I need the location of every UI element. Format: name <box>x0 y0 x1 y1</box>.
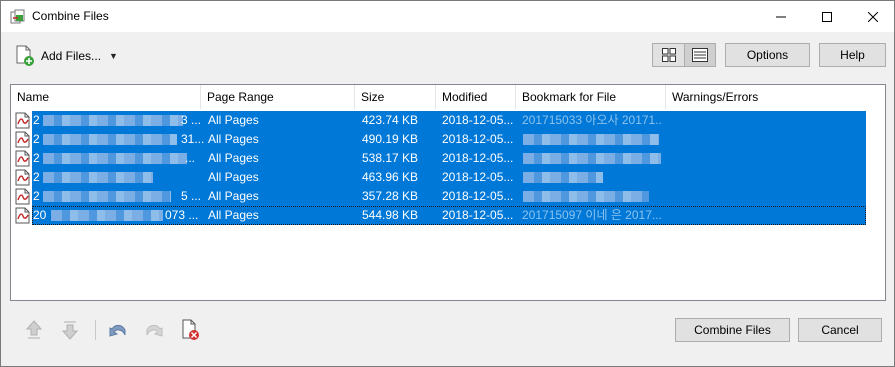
add-files-button[interactable]: Add Files... ▼ <box>15 44 118 68</box>
combine-files-button[interactable]: Combine Files <box>675 318 790 342</box>
toolbar-divider <box>95 320 96 340</box>
file-name-tail: 073 ... <box>165 206 198 225</box>
redacted-bookmark <box>523 191 649 202</box>
redacted-name <box>43 172 153 183</box>
table-row[interactable]: 2 3 ... All Pages 423.74 KB 2018-12-05..… <box>11 111 885 130</box>
pdf-file-icon <box>15 112 31 129</box>
redo-icon <box>144 321 164 339</box>
file-size: 357.28 KB <box>362 187 437 206</box>
redacted-name <box>43 191 171 202</box>
page-range: All Pages <box>208 111 348 130</box>
redacted-name <box>43 134 177 145</box>
list-view-icon <box>692 48 708 62</box>
undo-button[interactable] <box>107 318 129 342</box>
table-row[interactable]: 2 ... All Pages 538.17 KB 2018-12-05... <box>11 149 885 168</box>
move-up-button[interactable] <box>23 318 45 342</box>
file-name-tail: 5 ... <box>181 187 201 206</box>
modified-date: 2018-12-05... <box>442 130 517 149</box>
column-header-size[interactable]: Size <box>355 85 436 109</box>
redacted-name <box>43 115 183 126</box>
chevron-down-icon[interactable]: ▼ <box>109 51 118 61</box>
add-files-label: Add Files... <box>41 49 101 63</box>
file-name-tail: ... <box>185 149 195 168</box>
redo-button[interactable] <box>143 318 165 342</box>
remove-file-button[interactable] <box>179 318 201 342</box>
arrow-down-icon <box>61 320 79 340</box>
page-range: All Pages <box>208 187 348 206</box>
thumbnail-view-button[interactable] <box>653 44 684 66</box>
combine-files-dialog: Combine Files Add Files... ▼ Options Hel… <box>0 0 895 367</box>
file-size: 463.96 KB <box>362 168 437 187</box>
pdf-file-icon <box>15 131 31 148</box>
grid-view-icon <box>662 48 676 62</box>
pdf-file-icon <box>15 169 31 186</box>
pdf-file-icon <box>15 188 31 205</box>
bookmark-text: 201715097 이네 은 2017... <box>522 206 662 225</box>
column-header-modified[interactable]: Modified <box>436 85 516 109</box>
file-list-header: Name Page Range Size Modified Bookmark f… <box>11 85 885 109</box>
file-name-tail: 3 ... <box>181 111 201 130</box>
page-range: All Pages <box>208 130 348 149</box>
bookmark-text: 201715033 아오사 20171... <box>522 111 662 130</box>
redacted-name <box>43 153 187 164</box>
minimize-button[interactable] <box>758 1 804 32</box>
maximize-button[interactable] <box>804 1 850 32</box>
redacted-name <box>51 210 163 221</box>
pdf-file-icon <box>15 150 31 167</box>
file-size: 538.17 KB <box>362 149 437 168</box>
pdf-file-icon <box>15 207 31 224</box>
file-size: 423.74 KB <box>362 111 437 130</box>
column-header-warnings[interactable]: Warnings/Errors <box>666 85 866 109</box>
maximize-icon <box>822 12 832 22</box>
undo-icon <box>108 321 128 339</box>
file-size: 544.98 KB <box>362 206 437 225</box>
modified-date: 2018-12-05... <box>442 149 517 168</box>
combine-app-icon <box>10 9 26 25</box>
modified-date: 2018-12-05... <box>442 168 517 187</box>
table-row[interactable]: 2 31... All Pages 490.19 KB 2018-12-05..… <box>11 130 885 149</box>
move-down-button[interactable] <box>59 318 81 342</box>
file-size: 490.19 KB <box>362 130 437 149</box>
modified-date: 2018-12-05... <box>442 206 517 225</box>
options-button[interactable]: Options <box>725 43 810 67</box>
table-row[interactable]: 2 5 ... All Pages 357.28 KB 2018-12-05..… <box>11 187 885 206</box>
page-range: All Pages <box>208 168 348 187</box>
file-name-tail: 31... <box>181 130 204 149</box>
column-header-bookmark[interactable]: Bookmark for File <box>516 85 666 109</box>
column-header-page-range[interactable]: Page Range <box>201 85 355 109</box>
close-button[interactable] <box>850 1 895 32</box>
cancel-button[interactable]: Cancel <box>798 318 882 342</box>
view-mode-toggle <box>652 43 716 67</box>
minimize-icon <box>776 12 786 22</box>
title-bar: Combine Files <box>1 1 894 32</box>
modified-date: 2018-12-05... <box>442 111 517 130</box>
modified-date: 2018-12-05... <box>442 187 517 206</box>
remove-file-icon <box>180 319 200 341</box>
list-view-button[interactable] <box>684 44 715 66</box>
redacted-bookmark <box>523 172 603 183</box>
add-file-icon <box>15 45 35 67</box>
table-row[interactable]: 20 073 ... All Pages 544.98 KB 2018-12-0… <box>11 206 885 225</box>
arrow-up-icon <box>25 320 43 340</box>
page-range: All Pages <box>208 206 348 225</box>
help-button[interactable]: Help <box>819 43 886 67</box>
redacted-bookmark <box>523 153 661 164</box>
redacted-bookmark <box>523 134 659 145</box>
page-range: All Pages <box>208 149 348 168</box>
file-list[interactable]: Name Page Range Size Modified Bookmark f… <box>10 84 886 301</box>
window-title: Combine Files <box>32 9 109 23</box>
column-header-name[interactable]: Name <box>11 85 201 109</box>
close-icon <box>868 12 878 22</box>
table-row[interactable]: 2 All Pages 463.96 KB 2018-12-05... <box>11 168 885 187</box>
